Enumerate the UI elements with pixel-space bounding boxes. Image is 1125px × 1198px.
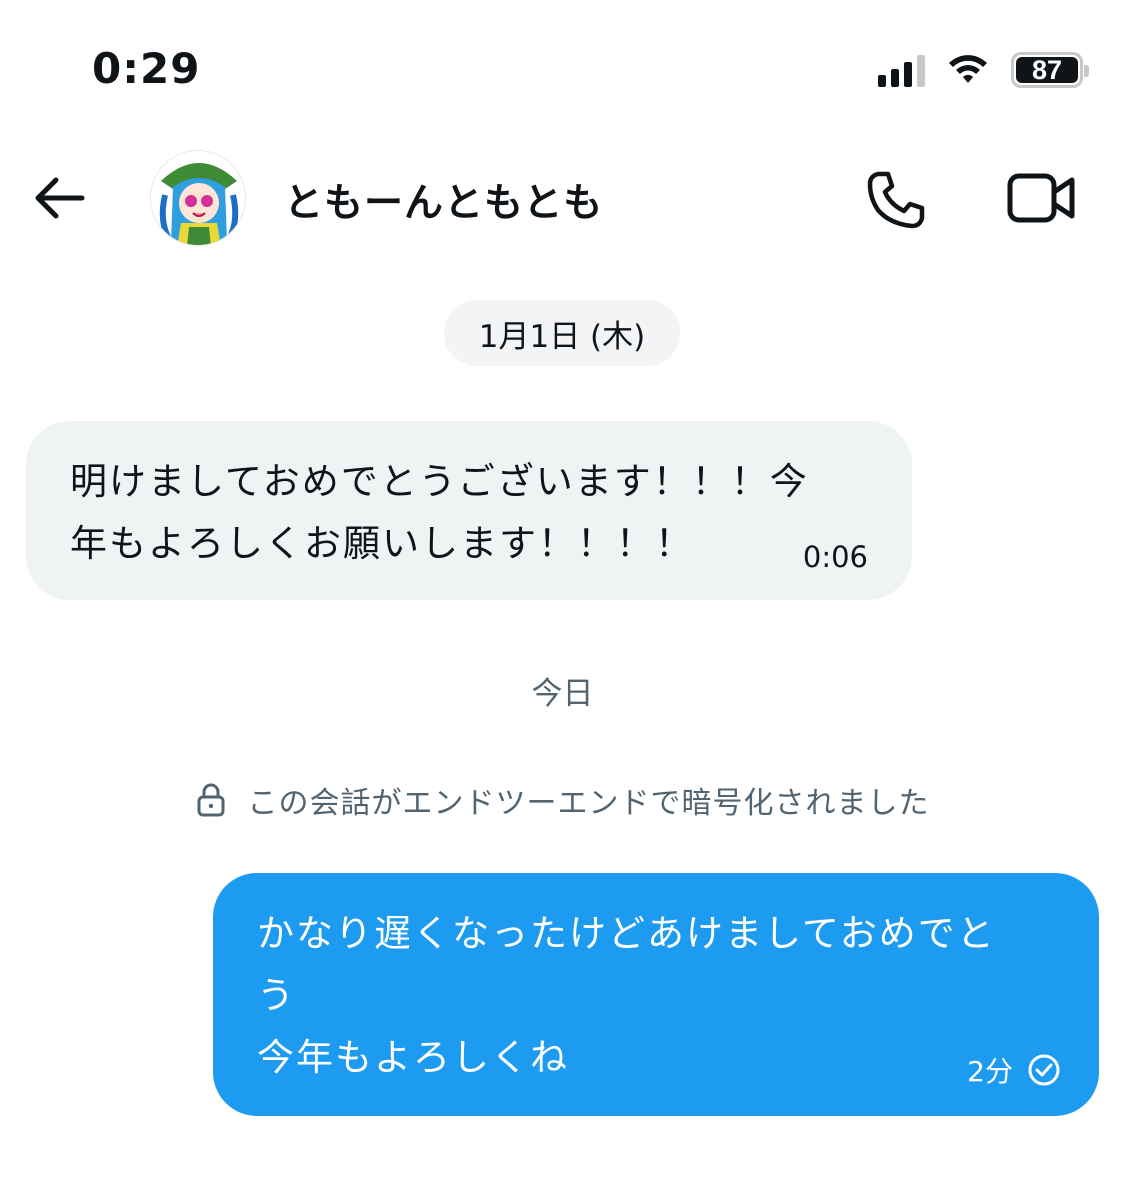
received-message-text: 明けましておめでとうございます！！！今 年もよろしくお願いします！！！！	[70, 460, 809, 565]
back-arrow-icon[interactable]	[32, 174, 88, 222]
dm-conversation-screen: 0:29 87 ともーんともとも 1月1日 (木) 明けましておめでとうございま…	[0, 0, 1125, 1198]
sent-message-time: 2分	[967, 1055, 1013, 1088]
wifi-icon	[949, 55, 987, 83]
encryption-notice-text: この会話がエンドツーエンドで暗号化されました	[247, 786, 930, 821]
battery-icon: 87	[1011, 52, 1089, 88]
contact-name[interactable]: ともーんともとも	[284, 172, 603, 228]
video-camera-icon[interactable]	[1006, 170, 1076, 226]
sent-message-meta: 2分	[967, 1050, 1061, 1090]
sent-message-text: かなり遅くなったけどあけましておめでと う 今年もよろしくね	[257, 912, 996, 1079]
encryption-notice: この会話がエンドツーエンドで暗号化されました	[0, 778, 1125, 822]
date-divider: 1月1日 (木)	[444, 300, 680, 366]
battery-level: 87	[1031, 54, 1063, 85]
received-message-time: 0:06	[802, 540, 868, 574]
cellular-signal-icon	[878, 53, 925, 87]
status-indicators: 87	[878, 50, 1089, 90]
today-divider: 今日	[531, 676, 594, 712]
phone-icon[interactable]	[864, 168, 928, 232]
status-time: 0:29	[92, 44, 201, 93]
received-message-bubble[interactable]: 明けましておめでとうございます！！！今 年もよろしくお願いします！！！！ 0:0…	[26, 421, 912, 600]
contact-avatar[interactable]	[150, 150, 246, 246]
sent-message-bubble[interactable]: かなり遅くなったけどあけましておめでと う 今年もよろしくね 2分	[213, 873, 1099, 1116]
read-check-icon	[1028, 1054, 1060, 1086]
lock-icon	[197, 783, 224, 817]
